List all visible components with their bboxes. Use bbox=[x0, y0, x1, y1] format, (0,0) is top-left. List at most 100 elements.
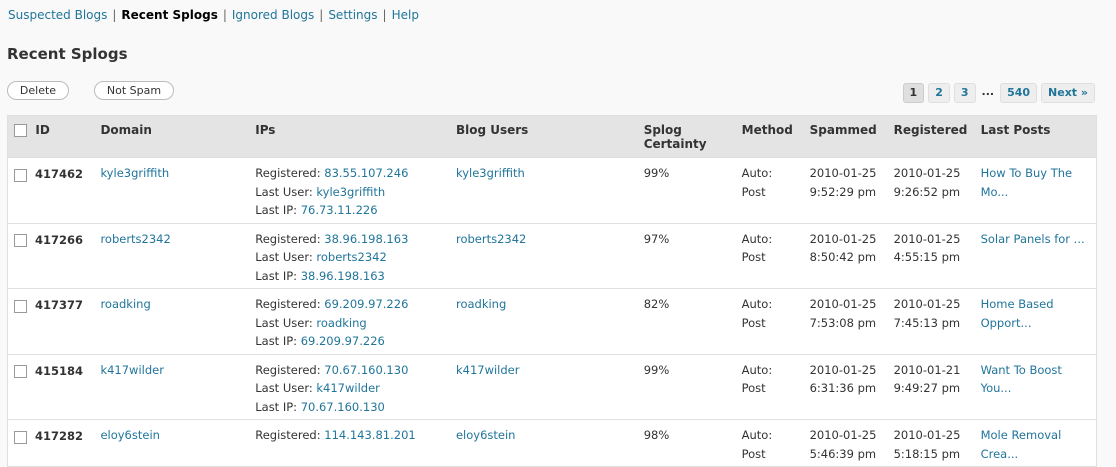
cell-last-posts: Mole Removal Crea... bbox=[974, 419, 1097, 467]
last-user-label: Last User: bbox=[255, 250, 313, 264]
last-ip-line: Last IP: 69.209.97.226 bbox=[255, 332, 444, 351]
nav-ignored-blogs[interactable]: Ignored Blogs bbox=[232, 8, 314, 22]
row-checkbox[interactable] bbox=[14, 299, 27, 313]
spammed-date: 2010-01-25 bbox=[809, 231, 877, 246]
post-title-line1: How To Buy The bbox=[980, 166, 1073, 180]
registered-ip-line: Registered: 83.55.107.246 bbox=[255, 164, 444, 183]
domain-link[interactable]: roadking bbox=[100, 297, 150, 311]
registered-date: 2010-01-25 bbox=[893, 231, 961, 246]
page-2-button[interactable]: 2 bbox=[928, 83, 950, 103]
registered-label: Registered: bbox=[255, 362, 321, 377]
nav-separator: | bbox=[222, 8, 227, 22]
next-page-button[interactable]: Next » bbox=[1041, 83, 1095, 103]
registered-ip-link[interactable]: 70.67.160.130 bbox=[324, 363, 408, 377]
registered-ip-link[interactable]: 83.55.107.246 bbox=[324, 166, 408, 180]
cell-blog-users: eloy6stein bbox=[449, 419, 638, 467]
domain-link[interactable]: k417wilder bbox=[100, 363, 164, 377]
certainty-value: 99% bbox=[643, 166, 670, 180]
last-post-link[interactable]: Solar Panels for ... bbox=[981, 232, 1085, 246]
nav-settings[interactable]: Settings bbox=[328, 8, 377, 22]
cell-method: Auto: Post bbox=[735, 222, 804, 289]
last-ip-line: Last IP: 70.67.160.130 bbox=[255, 398, 444, 417]
certainty-header-line2: Certainty bbox=[643, 137, 707, 151]
registered-time: 4:55:15 pm bbox=[893, 250, 961, 264]
not-spam-button[interactable]: Not Spam bbox=[94, 81, 174, 100]
nav-suspected-blogs[interactable]: Suspected Blogs bbox=[8, 8, 107, 22]
col-header-blog-users[interactable]: Blog Users bbox=[449, 115, 638, 158]
col-header-domain[interactable]: Domain bbox=[94, 115, 250, 158]
col-header-method[interactable]: Method bbox=[735, 115, 804, 158]
nav-separator: | bbox=[319, 8, 324, 22]
registered-date: 2010-01-25 bbox=[893, 297, 961, 311]
registered-time: 9:49:27 pm bbox=[893, 381, 961, 395]
blog-user-link[interactable]: k417wilder bbox=[456, 363, 520, 377]
col-header-spammed[interactable]: Spammed bbox=[803, 115, 888, 158]
registered-label: Registered: bbox=[255, 428, 321, 442]
nav-separator: | bbox=[112, 8, 117, 22]
page-last-button[interactable]: 540 bbox=[1000, 83, 1038, 103]
cell-certainty: 99% bbox=[637, 353, 736, 420]
cell-spammed: 2010-01-25 7:53:08 pm bbox=[803, 288, 888, 354]
page-3-button[interactable]: 3 bbox=[953, 83, 976, 103]
nav-help[interactable]: Help bbox=[392, 8, 419, 22]
domain-link[interactable]: eloy6stein bbox=[100, 428, 160, 442]
cell-registered: 2010-01-25 9:26:52 pm bbox=[887, 157, 975, 223]
cell-domain: roberts2342 bbox=[94, 222, 250, 289]
certainty-header-line1: Splog bbox=[643, 123, 682, 137]
last-ip-link[interactable]: 38.96.198.163 bbox=[301, 269, 385, 283]
last-post-link[interactable]: Want To Boost You... bbox=[981, 363, 1062, 396]
blog-id: 417377 bbox=[35, 298, 84, 312]
last-ip-link[interactable]: 70.67.160.130 bbox=[301, 400, 385, 414]
select-all-checkbox[interactable] bbox=[14, 124, 27, 137]
row-checkbox[interactable] bbox=[14, 430, 27, 444]
delete-button[interactable]: Delete bbox=[7, 81, 69, 100]
spammed-date: 2010-01-25 bbox=[809, 362, 877, 377]
registered-date: 2010-01-21 bbox=[893, 362, 961, 377]
domain-link[interactable]: roberts2342 bbox=[100, 232, 170, 246]
registered-label: Registered: bbox=[255, 297, 321, 311]
spammed-time: 5:46:39 pm bbox=[809, 446, 877, 461]
registered-ip-link[interactable]: 114.143.81.201 bbox=[324, 428, 415, 442]
last-ip-link[interactable]: 76.73.11.226 bbox=[301, 203, 378, 217]
blog-user-link[interactable]: roberts2342 bbox=[456, 232, 526, 246]
sub-navigation: Suspected Blogs | Recent Splogs | Ignored Bl… bbox=[8, 8, 419, 22]
last-ip-link[interactable]: 69.209.97.226 bbox=[301, 334, 385, 348]
row-checkbox[interactable] bbox=[14, 365, 27, 378]
last-user-label: Last User: bbox=[255, 315, 313, 330]
col-header-registered[interactable]: Registered bbox=[887, 115, 975, 158]
last-ip-line: Last IP: 38.96.198.163 bbox=[255, 267, 444, 286]
last-user-link[interactable]: roadking bbox=[316, 316, 366, 330]
col-header-certainty[interactable]: Splog Certainty bbox=[637, 115, 736, 158]
last-ip-label: Last IP: bbox=[255, 203, 298, 217]
cell-id: 415184 bbox=[7, 353, 95, 420]
last-post-link[interactable]: Home Based Opport... bbox=[981, 297, 1054, 330]
row-checkbox[interactable] bbox=[14, 168, 27, 182]
spammed-time: 8:50:42 pm bbox=[809, 250, 877, 264]
registered-ip-link[interactable]: 38.96.198.163 bbox=[324, 232, 408, 246]
cell-registered: 2010-01-25 5:18:15 pm bbox=[887, 419, 975, 467]
row-checkbox[interactable] bbox=[14, 234, 27, 247]
blog-user-link[interactable]: roadking bbox=[456, 297, 506, 311]
method-line2: Post bbox=[741, 315, 766, 330]
col-header-ips[interactable]: IPs bbox=[249, 115, 450, 158]
nav-recent-splogs[interactable]: Recent Splogs bbox=[121, 8, 217, 22]
cell-ips: Registered: 70.67.160.130 Last User: k41… bbox=[249, 353, 450, 420]
cell-certainty: 98% bbox=[637, 419, 736, 467]
last-user-link[interactable]: kyle3griffith bbox=[316, 185, 385, 199]
blog-user-link[interactable]: kyle3griffith bbox=[456, 166, 525, 180]
registered-ip-link[interactable]: 69.209.97.226 bbox=[324, 297, 408, 311]
domain-link[interactable]: kyle3griffith bbox=[100, 166, 169, 180]
registered-time: 9:26:52 pm bbox=[893, 184, 961, 199]
last-user-link[interactable]: roberts2342 bbox=[316, 250, 386, 264]
method-line1: Auto: bbox=[741, 428, 773, 442]
spammed-date: 2010-01-25 bbox=[809, 297, 877, 311]
method-line2: Post bbox=[741, 250, 766, 264]
last-user-line: Last User: roadking bbox=[255, 314, 444, 333]
last-post-link[interactable]: Mole Removal Crea... bbox=[981, 428, 1062, 461]
last-post-link[interactable]: How To Buy The Mo... bbox=[981, 166, 1073, 199]
last-user-link[interactable]: k417wilder bbox=[316, 381, 380, 395]
blog-user-link[interactable]: eloy6stein bbox=[456, 428, 516, 442]
cell-spammed: 2010-01-25 6:31:36 pm bbox=[803, 353, 888, 420]
page-1-button[interactable]: 1 bbox=[902, 83, 925, 103]
cell-domain: kyle3griffith bbox=[94, 157, 250, 223]
